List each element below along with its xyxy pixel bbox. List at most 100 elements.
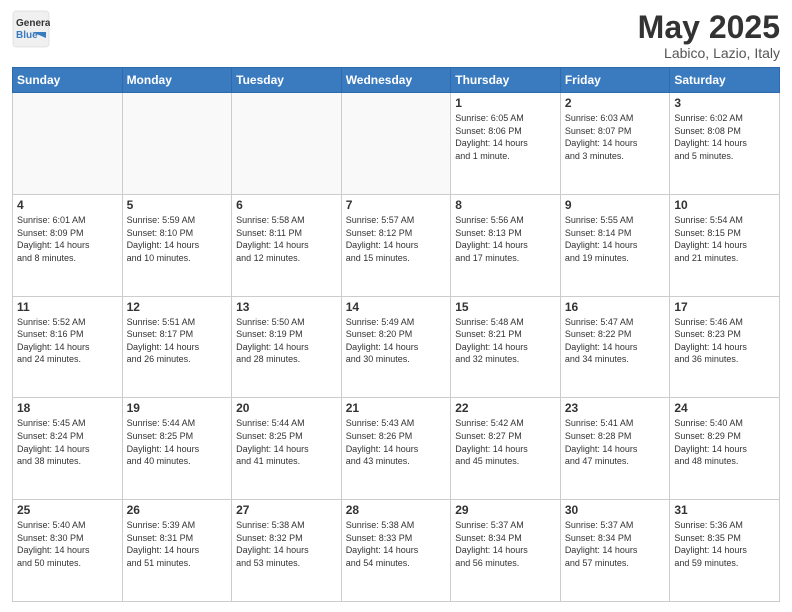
day-info: Sunrise: 6:03 AM Sunset: 8:07 PM Dayligh… [565, 112, 666, 162]
day-number: 21 [346, 401, 447, 415]
table-row: 14 Sunrise: 5:49 AM Sunset: 8:20 PM Dayli… [341, 296, 451, 398]
day-info: Sunrise: 5:55 AM Sunset: 8:14 PM Dayligh… [565, 214, 666, 264]
table-row: 25 Sunrise: 5:40 AM Sunset: 8:30 PM Dayli… [13, 500, 123, 602]
week-row-3: 11Sunrise: 5:52 AM Sunset: 8:16 PM Dayli… [13, 296, 780, 398]
table-row: 20 Sunrise: 5:44 AM Sunset: 8:25 PM Dayli… [232, 398, 342, 500]
day-info: Sunrise: 5:40 AM Sunset: 8:29 PM Dayligh… [674, 417, 775, 467]
col-tuesday: Tuesday [232, 68, 342, 93]
day-info: Sunrise: 6:01 AM Sunset: 8:09 PM Dayligh… [17, 214, 118, 264]
col-monday: Monday [122, 68, 232, 93]
col-saturday: Saturday [670, 68, 780, 93]
table-row: 11Sunrise: 5:52 AM Sunset: 8:16 PM Dayli… [13, 296, 123, 398]
week-row-5: 25 Sunrise: 5:40 AM Sunset: 8:30 PM Dayli… [13, 500, 780, 602]
day-info: Sunrise: 5:58 AM Sunset: 8:11 PM Dayligh… [236, 214, 337, 264]
logo: General Blue [12, 10, 50, 53]
day-number: 17 [674, 300, 775, 314]
day-number: 24 [674, 401, 775, 415]
table-row: 5Sunrise: 5:59 AM Sunset: 8:10 PM Daylig… [122, 194, 232, 296]
day-info: Sunrise: 5:47 AM Sunset: 8:22 PM Dayligh… [565, 316, 666, 366]
table-row: 24 Sunrise: 5:40 AM Sunset: 8:29 PM Dayli… [670, 398, 780, 500]
day-info: Sunrise: 5:49 AM Sunset: 8:20 PM Dayligh… [346, 316, 447, 366]
day-info: Sunrise: 5:37 AM Sunset: 8:34 PM Dayligh… [455, 519, 556, 569]
day-info: Sunrise: 5:43 AM Sunset: 8:26 PM Dayligh… [346, 417, 447, 467]
day-number: 30 [565, 503, 666, 517]
day-info: Sunrise: 5:39 AM Sunset: 8:31 PM Dayligh… [127, 519, 228, 569]
day-info: Sunrise: 5:52 AM Sunset: 8:16 PM Dayligh… [17, 316, 118, 366]
table-row: 21 Sunrise: 5:43 AM Sunset: 8:26 PM Dayli… [341, 398, 451, 500]
day-number: 26 [127, 503, 228, 517]
day-number: 4 [17, 198, 118, 212]
table-row: 27 Sunrise: 5:38 AM Sunset: 8:32 PM Dayli… [232, 500, 342, 602]
day-number: 12 [127, 300, 228, 314]
table-row: 28 Sunrise: 5:38 AM Sunset: 8:33 PM Dayli… [341, 500, 451, 602]
day-info: Sunrise: 5:54 AM Sunset: 8:15 PM Dayligh… [674, 214, 775, 264]
page: General Blue May 2025 Labico, Lazio, Ita… [0, 0, 792, 612]
table-row: 30Sunrise: 5:37 AM Sunset: 8:34 PM Dayli… [560, 500, 670, 602]
day-number: 22 [455, 401, 556, 415]
table-row: 22 Sunrise: 5:42 AM Sunset: 8:27 PM Dayli… [451, 398, 561, 500]
day-number: 31 [674, 503, 775, 517]
table-row: 19 Sunrise: 5:44 AM Sunset: 8:25 PM Dayli… [122, 398, 232, 500]
day-number: 13 [236, 300, 337, 314]
day-number: 14 [346, 300, 447, 314]
week-row-1: 1Sunrise: 6:05 AM Sunset: 8:06 PM Daylig… [13, 93, 780, 195]
col-wednesday: Wednesday [341, 68, 451, 93]
table-row [232, 93, 342, 195]
day-info: Sunrise: 5:38 AM Sunset: 8:32 PM Dayligh… [236, 519, 337, 569]
table-row: 3Sunrise: 6:02 AM Sunset: 8:08 PM Daylig… [670, 93, 780, 195]
day-number: 10 [674, 198, 775, 212]
calendar-location: Labico, Lazio, Italy [638, 45, 780, 61]
table-row: 8 Sunrise: 5:56 AM Sunset: 8:13 PM Daylig… [451, 194, 561, 296]
col-sunday: Sunday [13, 68, 123, 93]
table-row: 10 Sunrise: 5:54 AM Sunset: 8:15 PM Dayli… [670, 194, 780, 296]
day-number: 8 [455, 198, 556, 212]
day-info: Sunrise: 5:42 AM Sunset: 8:27 PM Dayligh… [455, 417, 556, 467]
day-info: Sunrise: 5:56 AM Sunset: 8:13 PM Dayligh… [455, 214, 556, 264]
calendar-table: Sunday Monday Tuesday Wednesday Thursday… [12, 67, 780, 602]
table-row: 13 Sunrise: 5:50 AM Sunset: 8:19 PM Dayli… [232, 296, 342, 398]
table-row [13, 93, 123, 195]
day-number: 28 [346, 503, 447, 517]
day-info: Sunrise: 5:40 AM Sunset: 8:30 PM Dayligh… [17, 519, 118, 569]
col-friday: Friday [560, 68, 670, 93]
table-row: 7 Sunrise: 5:57 AM Sunset: 8:12 PM Daylig… [341, 194, 451, 296]
day-number: 27 [236, 503, 337, 517]
day-number: 20 [236, 401, 337, 415]
day-number: 2 [565, 96, 666, 110]
header: General Blue May 2025 Labico, Lazio, Ita… [12, 10, 780, 61]
day-info: Sunrise: 5:41 AM Sunset: 8:28 PM Dayligh… [565, 417, 666, 467]
table-row [341, 93, 451, 195]
table-row: 26 Sunrise: 5:39 AM Sunset: 8:31 PM Dayli… [122, 500, 232, 602]
day-info: Sunrise: 5:59 AM Sunset: 8:10 PM Dayligh… [127, 214, 228, 264]
day-info: Sunrise: 5:50 AM Sunset: 8:19 PM Dayligh… [236, 316, 337, 366]
day-info: Sunrise: 6:05 AM Sunset: 8:06 PM Dayligh… [455, 112, 556, 162]
table-row: 18Sunrise: 5:45 AM Sunset: 8:24 PM Dayli… [13, 398, 123, 500]
day-number: 7 [346, 198, 447, 212]
calendar-title: May 2025 [638, 10, 780, 45]
table-row: 15Sunrise: 5:48 AM Sunset: 8:21 PM Dayli… [451, 296, 561, 398]
calendar-header-row: Sunday Monday Tuesday Wednesday Thursday… [13, 68, 780, 93]
day-info: Sunrise: 5:46 AM Sunset: 8:23 PM Dayligh… [674, 316, 775, 366]
table-row: 4 Sunrise: 6:01 AM Sunset: 8:09 PM Daylig… [13, 194, 123, 296]
table-row: 23Sunrise: 5:41 AM Sunset: 8:28 PM Dayli… [560, 398, 670, 500]
week-row-4: 18Sunrise: 5:45 AM Sunset: 8:24 PM Dayli… [13, 398, 780, 500]
logo-icon: General Blue [12, 10, 50, 53]
table-row [122, 93, 232, 195]
day-info: Sunrise: 5:44 AM Sunset: 8:25 PM Dayligh… [127, 417, 228, 467]
day-number: 19 [127, 401, 228, 415]
day-info: Sunrise: 5:36 AM Sunset: 8:35 PM Dayligh… [674, 519, 775, 569]
day-info: Sunrise: 6:02 AM Sunset: 8:08 PM Dayligh… [674, 112, 775, 162]
day-info: Sunrise: 5:44 AM Sunset: 8:25 PM Dayligh… [236, 417, 337, 467]
day-number: 25 [17, 503, 118, 517]
day-number: 15 [455, 300, 556, 314]
day-number: 18 [17, 401, 118, 415]
svg-text:General: General [16, 18, 50, 29]
day-info: Sunrise: 5:57 AM Sunset: 8:12 PM Dayligh… [346, 214, 447, 264]
table-row: 29 Sunrise: 5:37 AM Sunset: 8:34 PM Dayli… [451, 500, 561, 602]
day-number: 29 [455, 503, 556, 517]
table-row: 2 Sunrise: 6:03 AM Sunset: 8:07 PM Daylig… [560, 93, 670, 195]
day-number: 9 [565, 198, 666, 212]
day-info: Sunrise: 5:38 AM Sunset: 8:33 PM Dayligh… [346, 519, 447, 569]
svg-text:Blue: Blue [16, 30, 38, 41]
table-row: 17 Sunrise: 5:46 AM Sunset: 8:23 PM Dayli… [670, 296, 780, 398]
